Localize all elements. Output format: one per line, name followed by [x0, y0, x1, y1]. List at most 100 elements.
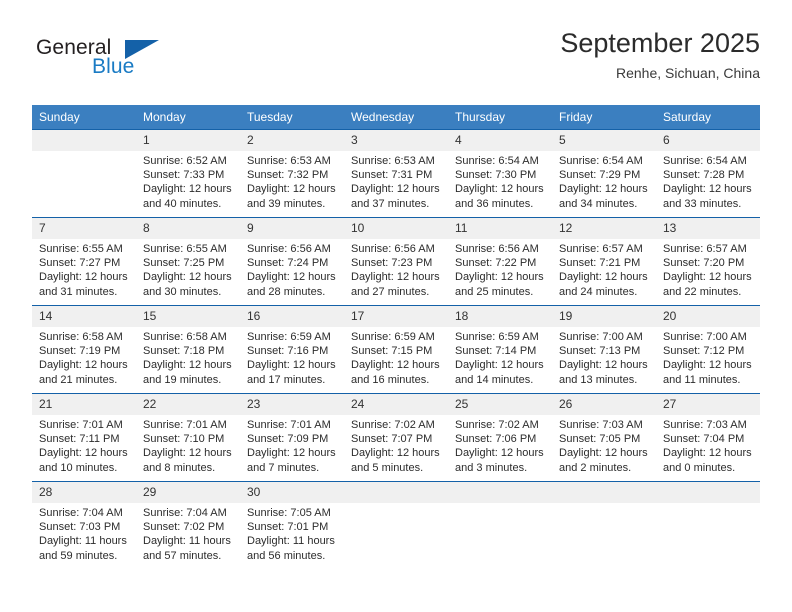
- day-details: [656, 503, 760, 506]
- day-info-line: Sunrise: 6:54 AM: [559, 155, 643, 167]
- weekday-header-thursday: Thursday: [448, 105, 552, 130]
- calendar-day-cell[interactable]: 20 Sunrise: 7:00 AM Sunset: 7:12 PM Dayligh…: [656, 305, 760, 394]
- day-info-line: Sunrise: 6:59 AM: [455, 331, 539, 343]
- day-number: 17: [344, 306, 448, 327]
- calendar-week-row: 14 Sunrise: 6:58 AM Sunset: 7:19 PM Dayligh…: [32, 305, 760, 394]
- calendar-day-cell[interactable]: 9 Sunrise: 6:56 AM Sunset: 7:24 PM Daylight…: [240, 217, 344, 306]
- calendar-day-cell[interactable]: 1 Sunrise: 6:52 AM Sunset: 7:33 PM Daylight…: [136, 129, 240, 218]
- day-details: Sunrise: 6:59 AM Sunset: 7:14 PM Daylight:…: [448, 327, 552, 387]
- calendar-day-cell[interactable]: 21 Sunrise: 7:01 AM Sunset: 7:11 PM Dayligh…: [32, 393, 136, 482]
- day-info-line: and 16 minutes.: [351, 373, 430, 386]
- calendar-day-cell[interactable]: 7 Sunrise: 6:55 AM Sunset: 7:27 PM Daylight…: [32, 217, 136, 306]
- calendar-day-cell[interactable]: 23 Sunrise: 7:01 AM Sunset: 7:09 PM Dayligh…: [240, 393, 344, 482]
- day-info-line: Sunrise: 6:58 AM: [143, 331, 227, 343]
- day-info-line: Sunrise: 6:57 AM: [559, 243, 643, 255]
- day-details: Sunrise: 7:02 AM Sunset: 7:06 PM Daylight:…: [448, 415, 552, 475]
- calendar-day-cell[interactable]: 8 Sunrise: 6:55 AM Sunset: 7:25 PM Daylight…: [136, 217, 240, 306]
- calendar-day-cell[interactable]: 6 Sunrise: 6:54 AM Sunset: 7:28 PM Daylight…: [656, 129, 760, 218]
- day-details: Sunrise: 6:57 AM Sunset: 7:21 PM Daylight:…: [552, 239, 656, 299]
- calendar-day-cell[interactable]: 22 Sunrise: 7:01 AM Sunset: 7:10 PM Dayligh…: [136, 393, 240, 482]
- calendar-day-cell[interactable]: 3 Sunrise: 6:53 AM Sunset: 7:31 PM Daylight…: [344, 129, 448, 218]
- calendar-day-cell[interactable]: 17 Sunrise: 6:59 AM Sunset: 7:15 PM Dayligh…: [344, 305, 448, 394]
- general-blue-logo[interactable]: General Blue: [32, 26, 272, 88]
- day-details: [552, 503, 656, 506]
- calendar-week-row: 1 Sunrise: 6:52 AM Sunset: 7:33 PM Daylight…: [32, 129, 760, 218]
- day-details: Sunrise: 6:55 AM Sunset: 7:25 PM Daylight:…: [136, 239, 240, 299]
- day-info-line: Daylight: 11 hours: [247, 535, 335, 548]
- day-number: [656, 482, 760, 503]
- day-info-line: Sunset: 7:19 PM: [39, 345, 121, 358]
- day-info-line: Sunset: 7:27 PM: [39, 257, 121, 270]
- day-info-line: Daylight: 12 hours: [143, 271, 232, 284]
- day-number: 10: [344, 218, 448, 239]
- day-info-line: and 31 minutes.: [39, 285, 118, 298]
- day-details: Sunrise: 6:58 AM Sunset: 7:19 PM Daylight:…: [32, 327, 136, 387]
- calendar-day-cell[interactable]: 19 Sunrise: 7:00 AM Sunset: 7:13 PM Dayligh…: [552, 305, 656, 394]
- day-info-line: Daylight: 12 hours: [455, 271, 544, 284]
- day-info-line: and 34 minutes.: [559, 197, 638, 210]
- day-info-line: Sunrise: 7:00 AM: [663, 331, 747, 343]
- day-info-line: Daylight: 12 hours: [559, 359, 648, 372]
- day-details: Sunrise: 6:56 AM Sunset: 7:24 PM Daylight:…: [240, 239, 344, 299]
- day-details: Sunrise: 6:56 AM Sunset: 7:22 PM Daylight:…: [448, 239, 552, 299]
- day-info-line: Sunset: 7:09 PM: [247, 433, 329, 446]
- calendar-day-cell[interactable]: 13 Sunrise: 6:57 AM Sunset: 7:20 PM Dayligh…: [656, 217, 760, 306]
- calendar-day-cell[interactable]: 30 Sunrise: 7:05 AM Sunset: 7:01 PM Dayligh…: [240, 481, 344, 570]
- calendar-week-row: 21 Sunrise: 7:01 AM Sunset: 7:11 PM Dayligh…: [32, 393, 760, 482]
- page-subtitle: Renhe, Sichuan, China: [616, 65, 760, 81]
- calendar-day-cell[interactable]: 24 Sunrise: 7:02 AM Sunset: 7:07 PM Dayligh…: [344, 393, 448, 482]
- calendar-day-cell[interactable]: 29 Sunrise: 7:04 AM Sunset: 7:02 PM Dayligh…: [136, 481, 240, 570]
- calendar-day-cell[interactable]: 4 Sunrise: 6:54 AM Sunset: 7:30 PM Daylight…: [448, 129, 552, 218]
- calendar-day-cell[interactable]: 27 Sunrise: 7:03 AM Sunset: 7:04 PM Dayligh…: [656, 393, 760, 482]
- day-info-line: Daylight: 12 hours: [559, 183, 648, 196]
- day-details: Sunrise: 6:54 AM Sunset: 7:30 PM Daylight:…: [448, 151, 552, 211]
- day-info-line: Sunrise: 7:01 AM: [247, 419, 331, 431]
- weekday-header-friday: Friday: [552, 105, 656, 130]
- day-info-line: Sunset: 7:01 PM: [247, 521, 329, 534]
- calendar-day-cell[interactable]: 25 Sunrise: 7:02 AM Sunset: 7:06 PM Dayligh…: [448, 393, 552, 482]
- day-number: 18: [448, 306, 552, 327]
- day-info-line: and 7 minutes.: [247, 461, 320, 474]
- day-number: 12: [552, 218, 656, 239]
- day-info-line: and 17 minutes.: [247, 373, 326, 386]
- calendar-day-cell[interactable]: 10 Sunrise: 6:56 AM Sunset: 7:23 PM Dayligh…: [344, 217, 448, 306]
- day-info-line: Sunrise: 6:54 AM: [663, 155, 747, 167]
- day-info-line: Sunrise: 7:03 AM: [559, 419, 643, 431]
- calendar-day-cell[interactable]: 5 Sunrise: 6:54 AM Sunset: 7:29 PM Daylight…: [552, 129, 656, 218]
- day-info-line: Sunrise: 6:57 AM: [663, 243, 747, 255]
- weekday-header-sunday: Sunday: [32, 105, 136, 130]
- day-number: [552, 482, 656, 503]
- day-info-line: and 3 minutes.: [455, 461, 528, 474]
- calendar-day-cell[interactable]: 12 Sunrise: 6:57 AM Sunset: 7:21 PM Dayligh…: [552, 217, 656, 306]
- day-info-line: Sunset: 7:21 PM: [559, 257, 641, 270]
- day-info-line: Sunrise: 7:05 AM: [247, 507, 331, 519]
- calendar-day-cell[interactable]: 14 Sunrise: 6:58 AM Sunset: 7:19 PM Dayligh…: [32, 305, 136, 394]
- day-details: [448, 503, 552, 506]
- calendar-day-cell[interactable]: 11 Sunrise: 6:56 AM Sunset: 7:22 PM Dayligh…: [448, 217, 552, 306]
- calendar-day-cell[interactable]: 2 Sunrise: 6:53 AM Sunset: 7:32 PM Daylight…: [240, 129, 344, 218]
- day-info-line: Sunrise: 7:01 AM: [143, 419, 227, 431]
- calendar-day-cell-empty: [552, 481, 656, 570]
- day-info-line: and 0 minutes.: [663, 461, 736, 474]
- calendar-day-cell[interactable]: 18 Sunrise: 6:59 AM Sunset: 7:14 PM Dayligh…: [448, 305, 552, 394]
- calendar-day-cell[interactable]: 15 Sunrise: 6:58 AM Sunset: 7:18 PM Dayligh…: [136, 305, 240, 394]
- day-details: Sunrise: 6:55 AM Sunset: 7:27 PM Daylight:…: [32, 239, 136, 299]
- day-info-line: and 59 minutes.: [39, 549, 118, 562]
- day-info-line: Daylight: 12 hours: [663, 271, 752, 284]
- day-info-line: Sunrise: 7:00 AM: [559, 331, 643, 343]
- day-info-line: and 36 minutes.: [455, 197, 534, 210]
- calendar-day-cell[interactable]: 26 Sunrise: 7:03 AM Sunset: 7:05 PM Dayligh…: [552, 393, 656, 482]
- day-info-line: Sunrise: 7:04 AM: [39, 507, 123, 519]
- day-details: Sunrise: 6:56 AM Sunset: 7:23 PM Daylight:…: [344, 239, 448, 299]
- day-details: Sunrise: 6:59 AM Sunset: 7:15 PM Daylight:…: [344, 327, 448, 387]
- day-info-line: and 30 minutes.: [143, 285, 222, 298]
- calendar-day-cell[interactable]: 16 Sunrise: 6:59 AM Sunset: 7:16 PM Dayligh…: [240, 305, 344, 394]
- calendar-day-cell[interactable]: 28 Sunrise: 7:04 AM Sunset: 7:03 PM Dayligh…: [32, 481, 136, 570]
- calendar-day-cell-empty: [344, 481, 448, 570]
- day-info-line: Sunrise: 6:52 AM: [143, 155, 227, 167]
- day-info-line: Sunrise: 7:02 AM: [351, 419, 435, 431]
- day-number: 16: [240, 306, 344, 327]
- weekday-header-monday: Monday: [136, 105, 240, 130]
- day-details: [344, 503, 448, 506]
- day-info-line: and 19 minutes.: [143, 373, 222, 386]
